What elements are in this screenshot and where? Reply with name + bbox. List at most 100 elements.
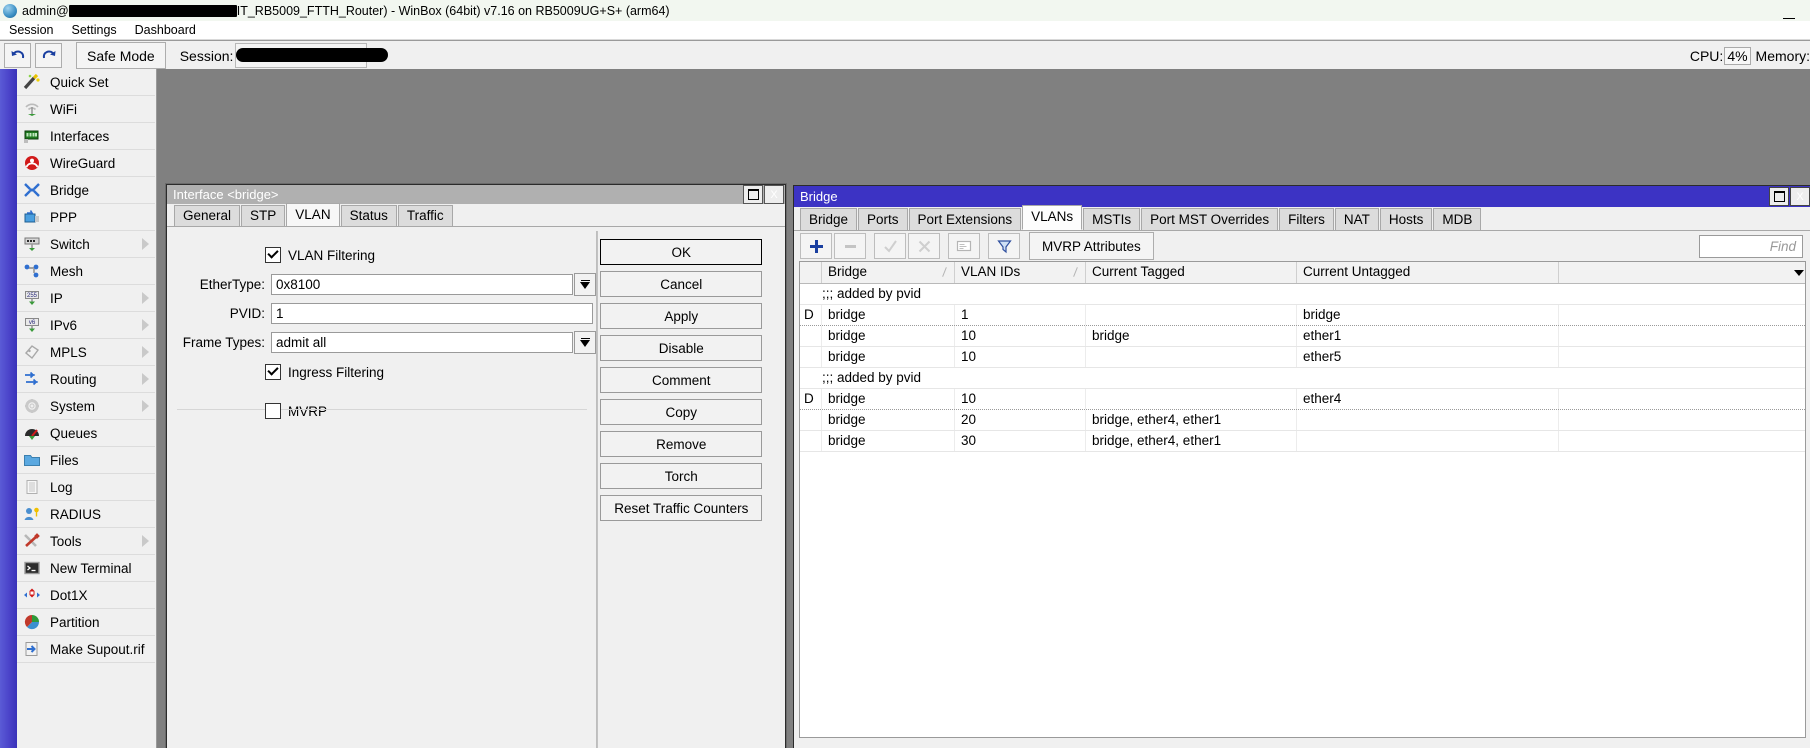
- table-row[interactable]: D bridge 1 bridge: [800, 305, 1805, 326]
- apply-button[interactable]: Apply: [600, 303, 763, 329]
- table-row[interactable]: bridge 30 bridge, ether4, ether1: [800, 431, 1805, 452]
- pvid-input[interactable]: 1: [271, 303, 593, 324]
- frame-types-input[interactable]: admit all: [271, 332, 573, 353]
- sidebar-item-mesh[interactable]: Mesh: [17, 258, 155, 285]
- tab-port-mst-overrides[interactable]: Port MST Overrides: [1141, 208, 1279, 230]
- sidebar-item-bridge[interactable]: Bridge: [17, 177, 155, 204]
- form-divider: [177, 409, 587, 410]
- find-input[interactable]: Find: [1699, 234, 1803, 258]
- table-row[interactable]: D bridge 10 ether4: [800, 389, 1805, 410]
- table-row[interactable]: bridge 20 bridge, ether4, ether1: [800, 410, 1805, 431]
- sidebar-item-new-terminal[interactable]: New Terminal: [17, 555, 155, 582]
- filter-icon[interactable]: [988, 233, 1020, 259]
- cancel-button[interactable]: Cancel: [600, 271, 763, 297]
- ethertype-dropdown-button[interactable]: [574, 273, 596, 296]
- sidebar-item-wireguard[interactable]: WireGuard: [17, 150, 155, 177]
- dialog-close-button[interactable]: X: [764, 185, 784, 204]
- redo-button[interactable]: [35, 43, 62, 68]
- comment-button[interactable]: Comment: [600, 367, 763, 393]
- reset-traffic-counters-button[interactable]: Reset Traffic Counters: [600, 495, 763, 521]
- safe-mode-button[interactable]: Safe Mode: [76, 42, 166, 69]
- menu-bar: Session Settings Dashboard: [0, 21, 1810, 40]
- copy-button[interactable]: Copy: [600, 399, 763, 425]
- column-header-current-tagged[interactable]: Current Tagged: [1086, 262, 1297, 283]
- add-icon[interactable]: [800, 233, 832, 259]
- column-chooser-button[interactable]: [1787, 262, 1805, 283]
- sidebar-item-dot1x[interactable]: Dot1X: [17, 582, 155, 609]
- session-field[interactable]: [235, 43, 389, 68]
- row-filler: [1559, 305, 1805, 325]
- sidebar-item-partition[interactable]: Partition: [17, 609, 155, 636]
- bridge-restore-button[interactable]: [1769, 187, 1789, 206]
- sidebar-item-switch[interactable]: Switch: [17, 231, 155, 258]
- column-header-current-untagged[interactable]: Current Untagged: [1297, 262, 1559, 283]
- row-filler: [1559, 431, 1805, 451]
- sidebar-item-quick-set[interactable]: Quick Set: [17, 69, 155, 96]
- table-row[interactable]: bridge 10 ether5: [800, 347, 1805, 368]
- remove-button[interactable]: Remove: [600, 431, 763, 457]
- sidebar-item-mpls[interactable]: MPLS: [17, 339, 155, 366]
- tab-general[interactable]: General: [174, 205, 241, 226]
- menu-item-settings[interactable]: Settings: [62, 22, 125, 39]
- mvrp-checkbox[interactable]: [265, 403, 281, 419]
- sidebar-item-ipv6[interactable]: v6 IPv6: [17, 312, 155, 339]
- column-header-vlan-ids[interactable]: VLAN IDs: [955, 262, 1086, 283]
- sidebar-item-system[interactable]: System: [17, 393, 155, 420]
- tab-filters[interactable]: Filters: [1279, 208, 1334, 230]
- column-header-filler: [1559, 262, 1787, 283]
- table-row[interactable]: bridge 10 bridge ether1: [800, 326, 1805, 347]
- sidebar-item-ip[interactable]: 255 IP: [17, 285, 155, 312]
- frame-types-dropdown-button[interactable]: [574, 331, 596, 354]
- sidebar-item-make-supout-rif[interactable]: Make Supout.rif: [17, 636, 155, 663]
- bridge-close-button[interactable]: X: [1790, 187, 1810, 206]
- comment-icon[interactable]: [948, 233, 980, 259]
- sidebar-item-queues[interactable]: Queues: [17, 420, 155, 447]
- sidebar-item-wifi[interactable]: WiFi: [17, 96, 155, 123]
- tab-mdb[interactable]: MDB: [1433, 208, 1482, 230]
- minimize-button[interactable]: [1774, 0, 1804, 23]
- tab-vlan[interactable]: VLAN: [286, 203, 340, 226]
- chevron-right-icon: [142, 373, 149, 385]
- disable-icon[interactable]: [908, 233, 940, 259]
- sidebar-item-files[interactable]: Files: [17, 447, 155, 474]
- sidebar-item-radius[interactable]: RADIUS: [17, 501, 155, 528]
- tab-traffic[interactable]: Traffic: [397, 205, 453, 226]
- tab-vlans[interactable]: VLANs: [1022, 205, 1083, 230]
- tab-nat[interactable]: NAT: [1334, 208, 1379, 230]
- column-header-bridge[interactable]: Bridge: [822, 262, 955, 283]
- menu-item-dashboard[interactable]: Dashboard: [126, 22, 205, 39]
- sidebar-item-log[interactable]: Log: [17, 474, 155, 501]
- tab-mstis[interactable]: MSTIs: [1083, 208, 1141, 230]
- tab-bridge[interactable]: Bridge: [800, 208, 858, 230]
- table-row[interactable]: ;;; added by pvid: [800, 284, 1805, 305]
- sidebar-item-label: Mesh: [50, 263, 84, 279]
- tab-hosts[interactable]: Hosts: [1379, 208, 1433, 230]
- row-bridge: bridge: [822, 431, 955, 451]
- table-row[interactable]: ;;; added by pvid: [800, 368, 1805, 389]
- wireguard-icon: [21, 154, 43, 172]
- sidebar-item-ppp[interactable]: PPP: [17, 204, 155, 231]
- tab-ports[interactable]: Ports: [858, 208, 908, 230]
- bridge-window-titlebar[interactable]: Bridge X: [794, 186, 1810, 207]
- memory-label: Memory:: [1755, 47, 1810, 64]
- enable-icon[interactable]: [874, 233, 906, 259]
- ok-button[interactable]: OK: [600, 239, 763, 265]
- disable-button[interactable]: Disable: [600, 335, 763, 361]
- tab-status[interactable]: Status: [340, 205, 397, 226]
- undo-button[interactable]: [4, 43, 31, 68]
- mvrp-attributes-button[interactable]: MVRP Attributes: [1029, 232, 1154, 260]
- dialog-titlebar[interactable]: Interface <bridge> X: [167, 185, 785, 204]
- menu-item-session[interactable]: Session: [0, 22, 62, 39]
- remove-icon[interactable]: [834, 233, 866, 259]
- sidebar-item-tools[interactable]: Tools: [17, 528, 155, 555]
- tab-port-extensions[interactable]: Port Extensions: [908, 208, 1022, 230]
- torch-button[interactable]: Torch: [600, 463, 763, 489]
- dialog-restore-button[interactable]: [743, 185, 763, 204]
- row-bridge: bridge: [822, 305, 955, 325]
- vlan-filtering-checkbox[interactable]: [265, 247, 281, 263]
- sidebar-item-routing[interactable]: Routing: [17, 366, 155, 393]
- sidebar-item-interfaces[interactable]: Interfaces: [17, 123, 155, 150]
- ingress-filtering-checkbox[interactable]: [265, 364, 281, 380]
- ethertype-input[interactable]: 0x8100: [271, 274, 573, 295]
- tab-stp[interactable]: STP: [241, 205, 286, 226]
